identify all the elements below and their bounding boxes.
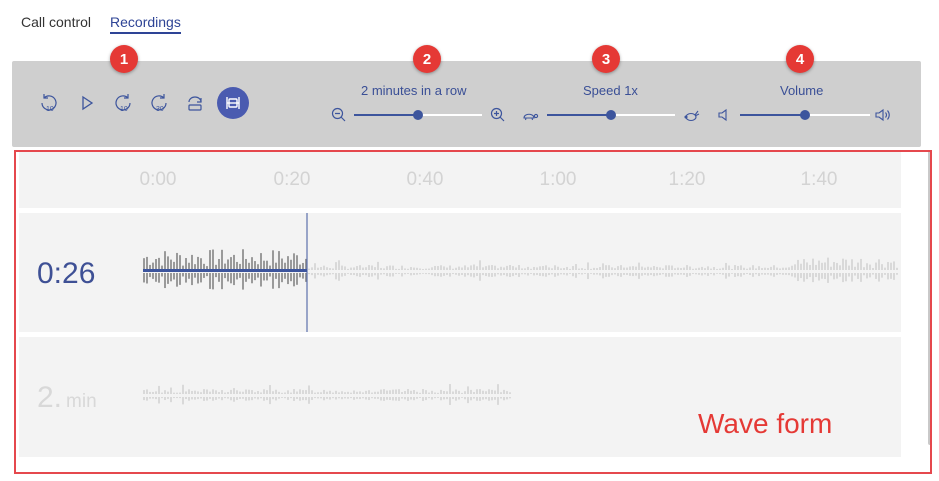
volume-label: Volume [780,83,824,98]
step-badge-3: 3 [592,45,620,73]
speed-label: Speed 1x [583,83,638,98]
tab-bar: Call control Recordings [21,14,181,34]
zoom-slider-fill [354,114,418,116]
zoom-slider[interactable] [354,110,482,120]
volume-slider-thumb[interactable] [800,110,810,120]
waveform-annotation: Wave form [698,408,833,439]
rabbit-icon[interactable] [683,106,701,124]
player-controls: 10 10 30 2 minutes in a row Speed 1x Vol… [12,61,921,147]
zoom-slider-thumb[interactable] [413,110,423,120]
play-icon [82,95,94,111]
step-badge-1: 1 [110,45,138,73]
tab-call-control[interactable]: Call control [21,14,91,34]
loop-button[interactable] [182,90,208,116]
forward-30-button[interactable]: 30 [146,90,172,116]
speed-slider-fill [547,114,611,116]
step-badge-2: 2 [413,45,441,73]
forward-10-button[interactable]: 10 [110,90,136,116]
tab-recordings[interactable]: Recordings [110,14,181,34]
zoom-label: 2 minutes in a row [361,83,467,98]
svg-text:10: 10 [120,106,128,113]
turtle-icon[interactable] [521,106,539,124]
volume-slider[interactable] [740,110,870,120]
rewind-10-button[interactable]: 10 [36,90,62,116]
fit-view-icon [226,97,240,109]
volume-slider-fill [740,114,805,116]
speed-slider[interactable] [547,110,675,120]
fit-view-button[interactable] [217,87,249,119]
zoom-in-icon[interactable] [489,106,507,124]
svg-text:30: 30 [156,106,164,113]
volume-low-icon[interactable] [715,106,733,124]
forward-30-icon: 30 [151,94,167,113]
volume-high-icon[interactable] [874,106,892,124]
svg-text:10: 10 [46,106,54,113]
zoom-out-icon[interactable] [330,106,348,124]
forward-10-icon: 10 [115,94,131,113]
loop-icon [188,96,202,111]
play-button[interactable] [74,90,100,116]
rewind-10-icon: 10 [41,94,57,113]
step-badge-4: 4 [786,45,814,73]
speed-slider-thumb[interactable] [606,110,616,120]
